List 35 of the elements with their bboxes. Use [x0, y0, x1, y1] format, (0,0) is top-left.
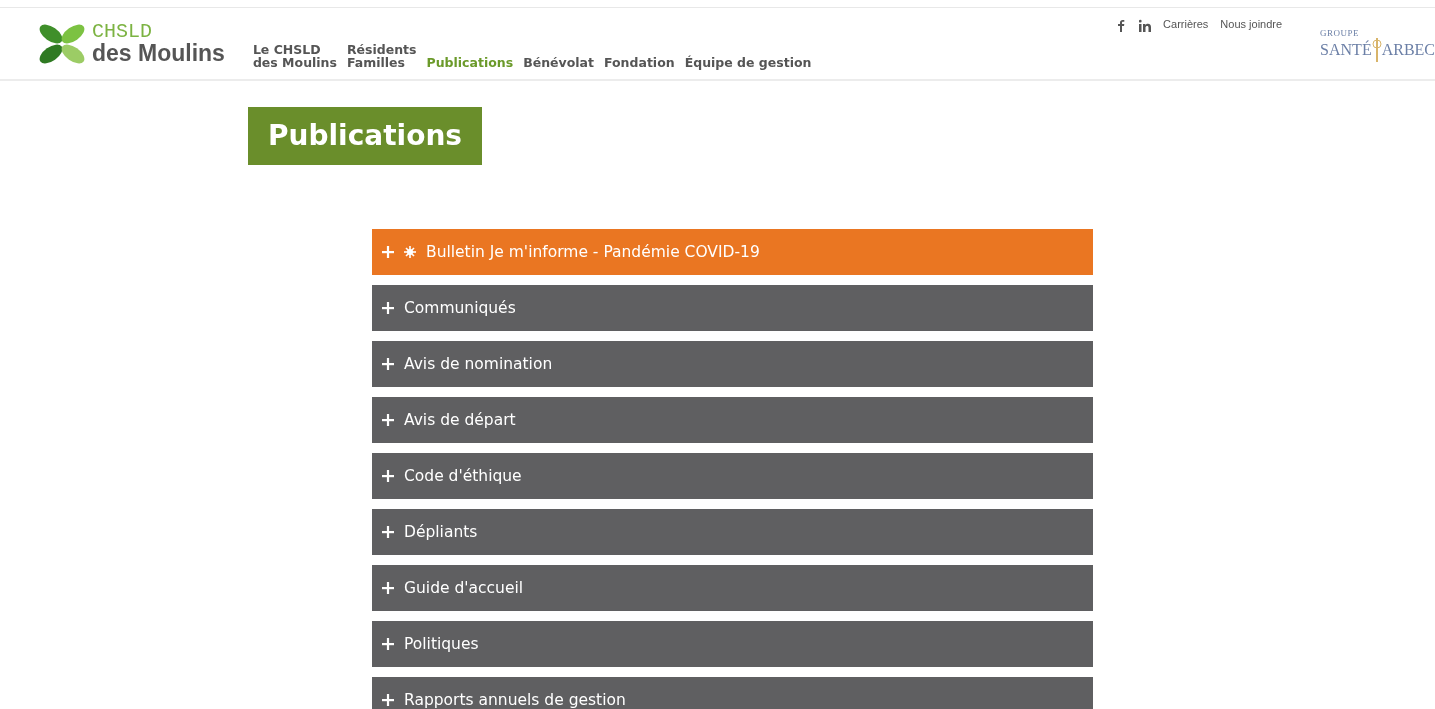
- page-title: Publications: [248, 107, 482, 165]
- nav-link[interactable]: Fondation: [604, 56, 675, 70]
- logo-text: des Moulins: [92, 42, 225, 65]
- plus-icon: [382, 358, 394, 370]
- plus-icon: [382, 638, 394, 650]
- plus-icon: [382, 694, 394, 706]
- caduceus-icon: [1371, 38, 1382, 62]
- accordion-header[interactable]: Dépliants: [372, 509, 1093, 555]
- clover-logo-icon: [38, 22, 86, 65]
- plus-icon: [382, 246, 394, 258]
- partner-logo-text: SANTÉ: [1320, 42, 1372, 58]
- linkedin-icon[interactable]: [1139, 19, 1152, 32]
- nav-link[interactable]: Résidents Familles: [346, 42, 417, 70]
- top-link[interactable]: Carrières: [1163, 18, 1209, 30]
- nav-link[interactable]: Équipe de gestion: [684, 56, 812, 70]
- plus-icon: [382, 582, 394, 594]
- nav-link[interactable]: Bénévolat: [523, 56, 594, 70]
- accordion-header[interactable]: Communiqués: [372, 285, 1093, 331]
- logo-text: CHSLD: [92, 22, 153, 42]
- accordion-header[interactable]: Code d'éthique: [372, 453, 1093, 499]
- plus-icon: [382, 470, 394, 482]
- partner-logo-text: ARBEC: [1381, 42, 1435, 58]
- sun-icon: [404, 246, 416, 258]
- plus-icon: [382, 302, 394, 314]
- nav-link[interactable]: Publications: [426, 56, 514, 70]
- nav-link[interactable]: Le CHSLD des Moulins: [252, 42, 337, 70]
- accordion-header[interactable]: Politiques: [372, 621, 1093, 667]
- top-link[interactable]: Nous joindre: [1220, 18, 1283, 30]
- accordion-header[interactable]: Avis de départ: [372, 397, 1093, 443]
- plus-icon: [382, 526, 394, 538]
- accordion-header[interactable]: Guide d'accueil: [372, 565, 1093, 611]
- plus-icon: [382, 414, 394, 426]
- partner-logo-text: GROUPE: [1320, 29, 1361, 38]
- accordion-header[interactable]: Rapports annuels de gestion: [372, 677, 1093, 709]
- accordion-header[interactable]: Avis de nomination: [372, 341, 1093, 387]
